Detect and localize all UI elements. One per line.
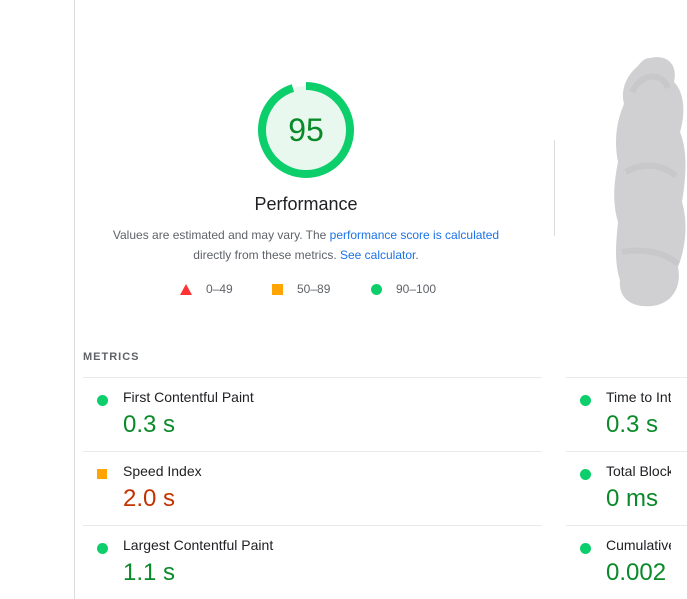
square-icon	[272, 283, 283, 295]
metrics-header: METRICS	[83, 351, 140, 363]
metric-label: First Contentful Paint	[123, 389, 254, 405]
legend-item-pass: 90–100	[371, 282, 436, 296]
average-square-icon	[97, 469, 107, 479]
pass-circle-icon	[97, 543, 108, 554]
metric-divider	[566, 377, 687, 378]
legend-label: 0–49	[206, 282, 233, 296]
metric-divider	[83, 525, 542, 526]
pass-circle-icon	[580, 469, 591, 480]
pass-circle-icon	[580, 395, 591, 406]
metric-divider	[566, 451, 687, 452]
pass-circle-icon	[580, 543, 591, 554]
legend-label: 90–100	[396, 282, 437, 296]
metric-value: 0.002	[606, 559, 667, 586]
metric-total-blocking-time: Total Blocking Time 0 ms	[566, 461, 671, 525]
metric-label: Cumulative Layout Shift	[606, 537, 671, 553]
legend-label: 50–89	[297, 282, 331, 296]
metric-label: Time to Interactive	[606, 389, 671, 405]
metric-value: 0.3 s	[123, 411, 176, 438]
metric-divider	[83, 451, 542, 452]
description-text-1: Values are estimated and may vary. The	[112, 228, 330, 242]
metric-largest-contentful-paint: Largest Contentful Paint 1.1 s	[83, 535, 542, 599]
metric-label: Largest Contentful Paint	[123, 537, 274, 553]
description-text-3: .	[415, 248, 419, 262]
metric-time-to-interactive: Time to Interactive 0.3 s	[566, 387, 671, 451]
metric-divider	[566, 525, 687, 526]
performance-score-link[interactable]: performance score is calculated	[330, 228, 499, 242]
see-calculator-link[interactable]: See calculator	[340, 248, 415, 262]
metric-label: Speed Index	[123, 463, 202, 479]
performance-score: 95	[288, 111, 324, 148]
pass-circle-icon	[97, 395, 108, 406]
metric-divider	[83, 377, 542, 378]
left-divider	[74, 0, 75, 599]
circle-icon	[371, 283, 382, 295]
metric-first-contentful-paint: First Contentful Paint 0.3 s	[83, 387, 542, 451]
vertical-divider	[554, 140, 555, 236]
metric-value: 1.1 s	[123, 559, 176, 586]
metric-value: 0 ms	[606, 485, 659, 512]
metric-value: 2.0 s	[123, 485, 176, 512]
score-description: Values are estimated and may vary. The p…	[96, 225, 516, 265]
performance-title: Performance	[254, 194, 358, 214]
metric-speed-index: Speed Index 2.0 s	[83, 461, 542, 525]
metric-value: 0.3 s	[606, 411, 659, 438]
legend-item-average: 50–89	[272, 282, 330, 296]
redaction-scribble	[614, 57, 686, 307]
metric-label: Total Blocking Time	[606, 463, 671, 479]
description-text-2: directly from these metrics.	[193, 248, 340, 262]
metric-cumulative-layout-shift: Cumulative Layout Shift 0.002	[566, 535, 671, 599]
performance-score-gauge: 95	[257, 81, 355, 179]
triangle-icon	[180, 283, 192, 295]
legend-item-fail: 0–49	[180, 282, 233, 296]
